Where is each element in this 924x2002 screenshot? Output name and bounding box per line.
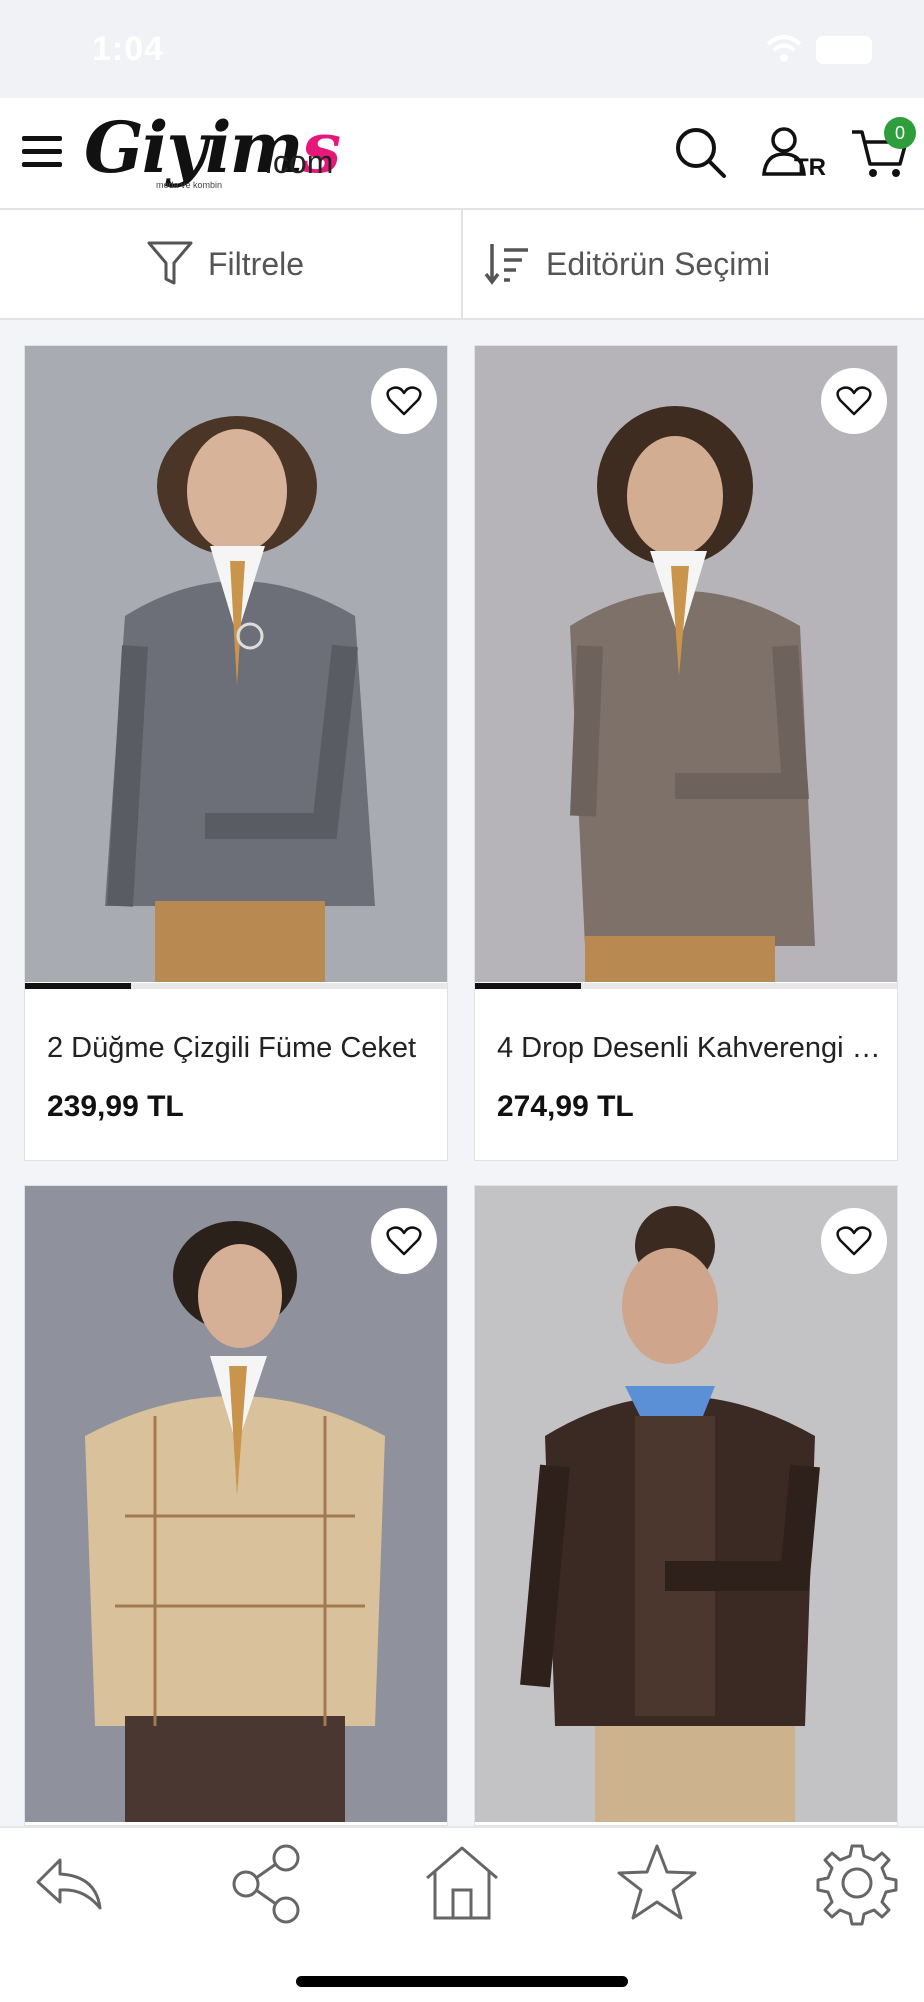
image-slider-indicator — [475, 983, 897, 989]
product-image[interactable] — [25, 1186, 448, 1822]
battery-icon — [816, 36, 872, 64]
account-button[interactable]: TR — [758, 120, 830, 190]
bottom-navigation — [0, 1826, 924, 2002]
product-price: 239,99 TL — [47, 1090, 184, 1123]
product-image[interactable] — [25, 346, 448, 982]
filter-icon — [147, 241, 193, 285]
gear-icon[interactable] — [812, 1838, 902, 1928]
heart-icon — [386, 386, 422, 416]
search-icon[interactable] — [668, 120, 732, 184]
cart-count-badge: 0 — [884, 117, 916, 149]
sort-label: Editörün Seçimi — [546, 245, 771, 282]
product-price: 274,99 TL — [497, 1090, 634, 1123]
product-image[interactable] — [475, 1186, 898, 1822]
product-image[interactable] — [475, 346, 898, 982]
status-bar: 1:04 — [0, 0, 924, 98]
site-logo[interactable]: Giyims .com moda ve kombin — [84, 104, 344, 204]
image-slider-indicator — [25, 983, 447, 989]
favorite-button[interactable] — [821, 1208, 887, 1274]
favorite-button[interactable] — [821, 368, 887, 434]
product-name[interactable]: 2 Düğme Çizgili Füme Ceket — [47, 1032, 431, 1065]
filter-button[interactable]: Filtrele — [146, 210, 304, 318]
product-card[interactable]: 4 Drop Desenli Kahverengi Ceket 274,99 T… — [474, 345, 898, 1161]
filter-sort-bar: Filtrele Editörün Seçimi — [0, 210, 924, 320]
app-header: Giyims .com moda ve kombin TR — [0, 98, 924, 210]
favorite-button[interactable] — [371, 1208, 437, 1274]
sort-button[interactable]: Editörün Seçimi — [484, 210, 770, 318]
product-card[interactable] — [474, 1185, 898, 1826]
filter-label: Filtrele — [208, 245, 305, 282]
wifi-icon — [766, 35, 802, 62]
star-icon[interactable] — [612, 1838, 702, 1928]
product-name[interactable]: 4 Drop Desenli Kahverengi Ceket — [497, 1032, 881, 1065]
product-card[interactable]: 2 Düğme Çizgili Füme Ceket 239,99 TL — [24, 345, 448, 1161]
filter-divider — [461, 210, 463, 318]
status-time: 1:04 — [92, 30, 165, 68]
logo-tagline: moda ve kombin — [156, 180, 223, 190]
menu-icon[interactable] — [20, 132, 64, 172]
product-card[interactable] — [24, 1185, 448, 1826]
logo-domain: .com — [264, 144, 334, 180]
heart-icon — [836, 386, 872, 416]
home-icon[interactable] — [417, 1838, 507, 1928]
home-indicator — [296, 1976, 628, 1987]
sort-icon — [484, 244, 528, 285]
back-icon[interactable] — [22, 1838, 112, 1928]
favorite-button[interactable] — [371, 368, 437, 434]
language-code: TR — [794, 154, 826, 181]
heart-icon — [386, 1226, 422, 1256]
heart-icon — [836, 1226, 872, 1256]
share-icon[interactable] — [222, 1838, 312, 1928]
